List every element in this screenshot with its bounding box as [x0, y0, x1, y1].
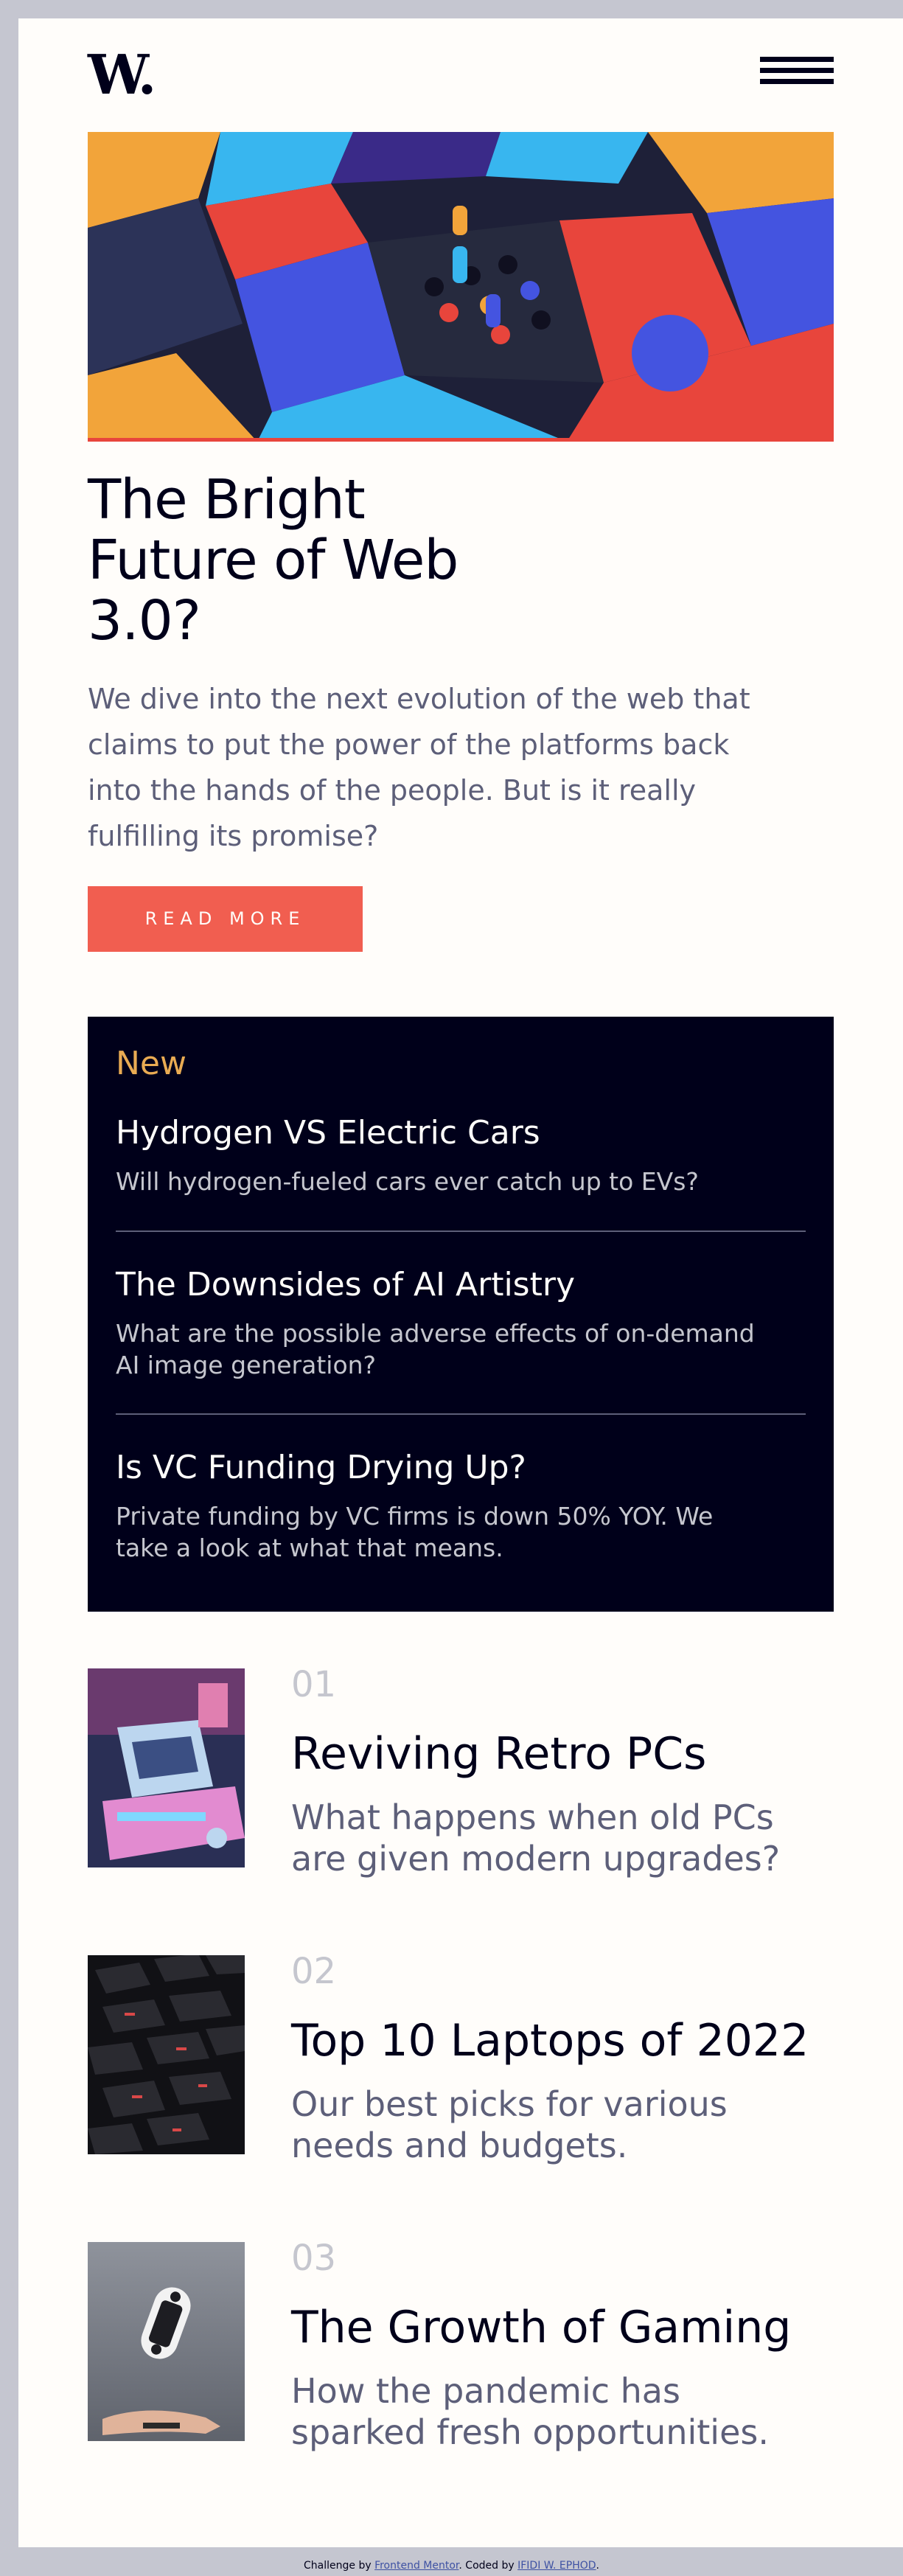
- read-more-button[interactable]: READ MORE: [88, 886, 363, 952]
- hero-image: [88, 132, 834, 442]
- hero-title: The Bright Future of Web 3.0?: [88, 470, 501, 651]
- article-description: Our best picks for various needs and bud…: [291, 2084, 728, 2165]
- author-link[interactable]: IFIDI W. EPHOD: [517, 2560, 596, 2572]
- article-thumbnail: [88, 2242, 245, 2441]
- article-number: 03: [291, 2238, 337, 2279]
- divider: [116, 1230, 806, 1232]
- new-item-title[interactable]: The Downsides of AI Artistry: [116, 1264, 806, 1306]
- abstract-3d-blocks-image: [88, 132, 834, 442]
- article-number: 02: [291, 1951, 337, 1992]
- new-item-title[interactable]: Is VC Funding Drying Up?: [116, 1447, 806, 1489]
- new-item-title[interactable]: Hydrogen VS Electric Cars: [116, 1113, 806, 1154]
- attribution: Challenge by Frontend Mentor. Coded by I…: [0, 2559, 903, 2572]
- attribution-suffix: .: [596, 2560, 599, 2572]
- new-item-description: Private funding by VC firms is down 50% …: [116, 1502, 714, 1562]
- divider: [116, 1413, 806, 1415]
- article-description: How the pandemic has sparked fresh oppor…: [291, 2371, 769, 2452]
- article-number: 01: [291, 1664, 337, 1705]
- article-description: What happens when old PCs are given mode…: [291, 1797, 781, 1879]
- attribution-prefix: Challenge by: [304, 2560, 372, 2572]
- page: W. The Bright Future of Web 3.0? We dive…: [18, 18, 903, 2547]
- frontend-mentor-link[interactable]: Frontend Mentor: [374, 2560, 459, 2572]
- new-panel: New Hydrogen VS Electric Cars Will hydro…: [88, 1017, 834, 1612]
- new-heading: New: [116, 1045, 186, 1082]
- laptop-keyboard-image: [88, 1955, 245, 2154]
- new-item[interactable]: The Downsides of AI Artistry What are th…: [116, 1264, 806, 1381]
- article-title[interactable]: The Growth of Gaming: [291, 2301, 834, 2354]
- retro-pc-image: [88, 1668, 245, 1867]
- article-title[interactable]: Reviving Retro PCs: [291, 1727, 834, 1780]
- hero-title-line: The Bright: [88, 468, 366, 532]
- article-item: 02 Top 10 Laptops of 2022 Our best picks…: [88, 1951, 834, 2165]
- attribution-middle: . Coded by: [459, 2560, 515, 2572]
- logo[interactable]: W.: [88, 45, 156, 105]
- new-item[interactable]: Hydrogen VS Electric Cars Will hydrogen-…: [116, 1113, 806, 1197]
- new-item-description: Will hydrogen-fueled cars ever catch up …: [116, 1167, 699, 1196]
- new-item-description: What are the possible adverse effects of…: [116, 1319, 755, 1379]
- article-title[interactable]: Top 10 Laptops of 2022: [291, 2014, 834, 2067]
- article-item: 01 Reviving Retro PCs What happens when …: [88, 1664, 834, 1879]
- new-item[interactable]: Is VC Funding Drying Up? Private funding…: [116, 1447, 806, 1564]
- hero-description: We dive into the next evolution of the w…: [88, 683, 750, 852]
- menu-button[interactable]: [760, 48, 834, 92]
- article-thumbnail: [88, 1955, 245, 2154]
- gamepad-image: [88, 2242, 245, 2441]
- hero-title-line: Future of Web: [88, 529, 459, 592]
- hero-title-line: 3.0?: [88, 589, 201, 652]
- article-item: 03 The Growth of Gaming How the pandemic…: [88, 2238, 834, 2452]
- article-thumbnail: [88, 1668, 245, 1867]
